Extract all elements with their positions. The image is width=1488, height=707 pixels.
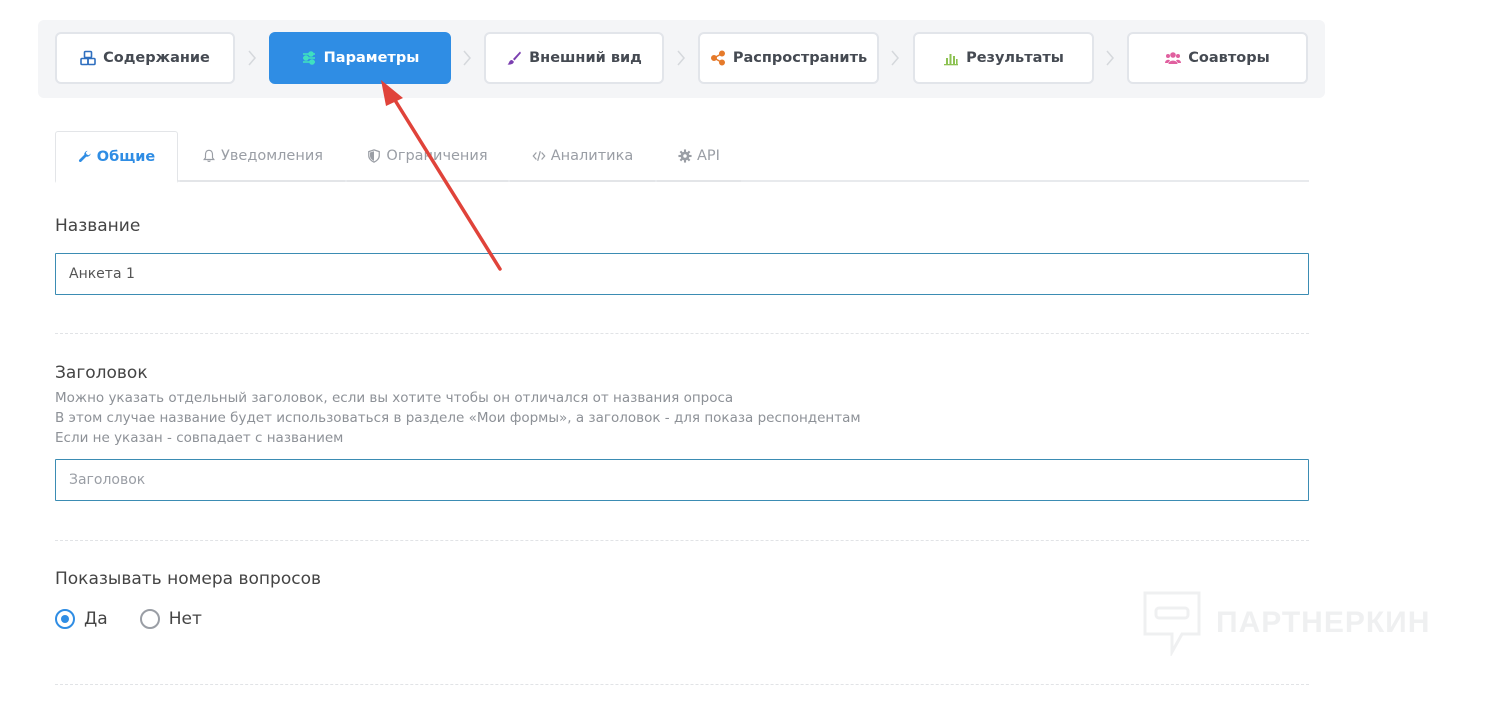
bell-icon: [203, 149, 215, 162]
step-appearance[interactable]: Внешний вид: [484, 32, 664, 84]
step-label: Содержание: [103, 50, 210, 66]
step-share[interactable]: Распространить: [698, 32, 879, 84]
section-divider: [55, 684, 1309, 685]
name-label: Название: [55, 216, 141, 236]
tab-restrictions[interactable]: Ограничения: [347, 131, 508, 182]
settings-tabs: Общие Уведомления Ограничения Аналитика: [55, 131, 1309, 183]
step-label: Внешний вид: [529, 50, 642, 66]
step-label: Соавторы: [1188, 50, 1270, 66]
gear-icon: [678, 148, 692, 163]
share-icon: [710, 50, 725, 66]
bar-chart-icon: [944, 54, 959, 66]
cubes-icon: [80, 50, 96, 66]
heading-help-line-2: В этом случае название будет использоват…: [55, 410, 861, 426]
wrench-icon: [78, 150, 91, 162]
tab-notifications[interactable]: Уведомления: [180, 131, 345, 182]
step-results[interactable]: Результаты: [913, 32, 1094, 84]
wizard-steps: Содержание Параметры Внешний вид Распрос…: [38, 20, 1325, 98]
tab-analytics[interactable]: Аналитика: [510, 131, 655, 182]
step-label: Распространить: [732, 50, 868, 66]
tab-label: Аналитика: [550, 147, 634, 164]
tab-api[interactable]: API: [657, 131, 741, 182]
chevron-right-icon: [1106, 50, 1114, 66]
step-label: Параметры: [323, 50, 420, 66]
radio-unchecked-icon[interactable]: [139, 609, 160, 629]
radio-yes[interactable]: Да: [55, 609, 108, 629]
show-numbers-radio-group: Да Нет: [55, 607, 234, 631]
heading-label: Заголовок: [55, 363, 148, 383]
step-parameters[interactable]: Параметры: [269, 32, 451, 84]
chevron-right-icon: [463, 50, 471, 66]
tab-label: API: [697, 147, 720, 164]
chevron-right-icon: [891, 50, 899, 66]
tab-general[interactable]: Общие: [55, 131, 178, 183]
chevron-right-icon: [677, 50, 685, 66]
section-divider: [55, 540, 1309, 541]
partnerkin-logo-icon: [1143, 591, 1201, 656]
radio-label: Нет: [168, 609, 202, 629]
shield-icon: [368, 148, 381, 163]
watermark: ПАРТНЕРКИН: [1142, 590, 1430, 656]
tab-label: Уведомления: [221, 147, 323, 164]
watermark-text: ПАРТНЕРКИН: [1216, 606, 1431, 639]
sliders-icon: [302, 51, 315, 65]
radio-no[interactable]: Нет: [139, 609, 202, 629]
show-numbers-label: Показывать номера вопросов: [55, 569, 321, 589]
code-icon: [532, 150, 546, 161]
brush-icon: [507, 51, 522, 65]
step-label: Результаты: [966, 50, 1064, 66]
chevron-right-icon: [248, 50, 256, 66]
users-icon: [1165, 52, 1182, 64]
heading-help-line-1: Можно указать отдельный заголовок, если …: [55, 390, 734, 406]
section-divider: [55, 333, 1309, 334]
name-input[interactable]: [55, 253, 1309, 295]
tab-label: Общие: [96, 148, 156, 165]
radio-checked-icon[interactable]: [55, 609, 75, 629]
radio-label: Да: [84, 609, 108, 629]
heading-help-line-3: Если не указан - совпадает с названием: [55, 430, 344, 446]
step-content[interactable]: Содержание: [55, 32, 235, 84]
heading-input[interactable]: [55, 459, 1309, 501]
tab-label: Ограничения: [386, 147, 488, 164]
step-coauthors[interactable]: Соавторы: [1127, 32, 1308, 84]
